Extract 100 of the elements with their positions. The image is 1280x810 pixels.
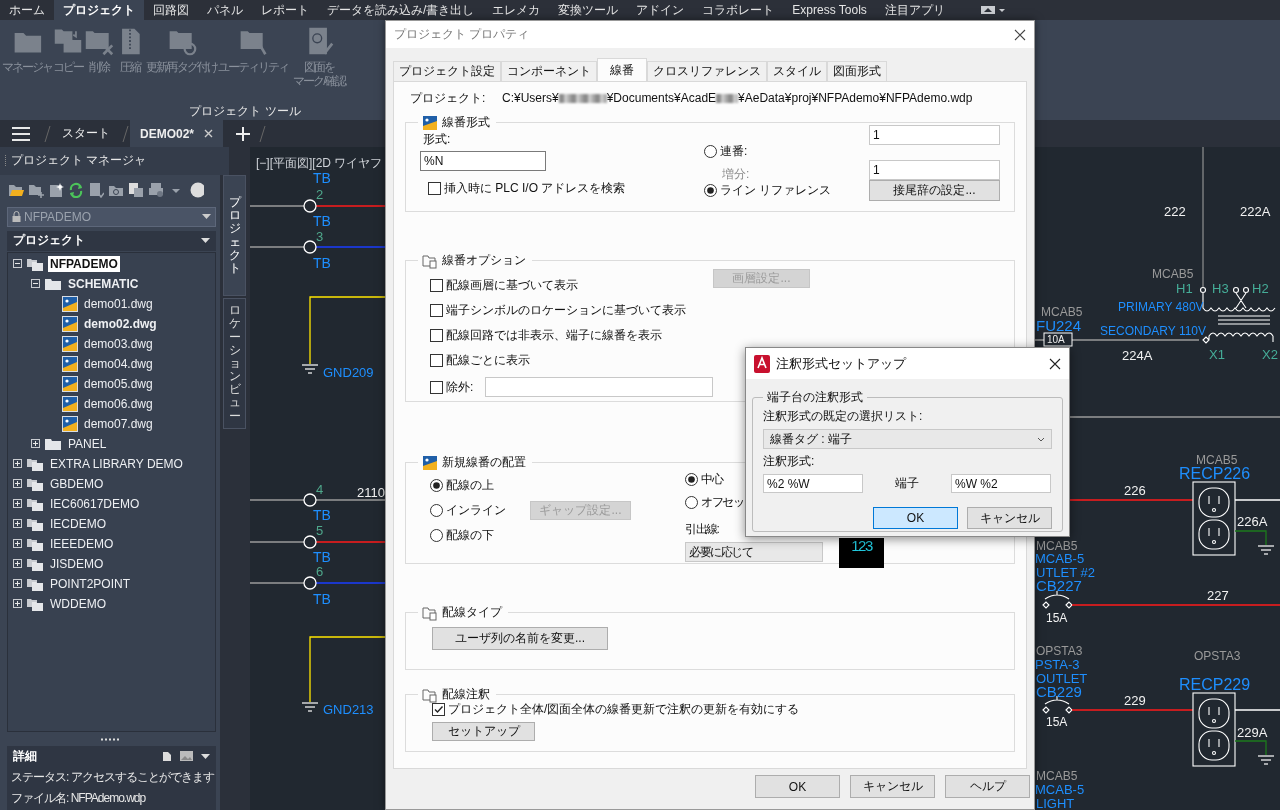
dialog-tab[interactable]: クロスリファレンス: [647, 61, 767, 81]
expand-icon[interactable]: [13, 559, 22, 569]
document-tab[interactable]: スタート: [52, 120, 120, 147]
panel-toggle-icon[interactable]: [979, 5, 1006, 15]
pin-label: H1: [1176, 281, 1193, 296]
format-list-dropdown[interactable]: 線番タグ : 端子: [763, 429, 1052, 449]
expand-icon[interactable]: [13, 519, 22, 529]
tree-item[interactable]: demo07.dwg: [82, 415, 155, 432]
radio-button[interactable]: [430, 529, 443, 542]
exclude-field[interactable]: [485, 377, 713, 397]
format-field[interactable]: %N: [420, 151, 546, 171]
ribbon-tab[interactable]: プロジェクト: [54, 0, 144, 20]
tree-item[interactable]: NFPADEMO: [48, 255, 120, 272]
add-icon[interactable]: [235, 125, 252, 142]
tree-item[interactable]: demo01.dwg: [82, 295, 155, 312]
checkbox[interactable]: [432, 703, 445, 716]
side-tab[interactable]: ロケーションビュー: [223, 298, 246, 429]
radio-button[interactable]: [430, 504, 443, 517]
radio-button[interactable]: [685, 496, 698, 509]
new-drawing-icon[interactable]: [48, 181, 64, 198]
setup-button[interactable]: セットアップ: [432, 722, 535, 741]
document-tab[interactable]: DEMO02*: [130, 120, 224, 147]
dialog-button[interactable]: キャンセル: [967, 507, 1052, 529]
close-icon[interactable]: [1014, 28, 1026, 41]
suffix-settings-button[interactable]: 接尾辞の設定...: [869, 180, 1000, 201]
tree-item[interactable]: IEC60617DEMO: [48, 495, 142, 512]
radio-button[interactable]: [704, 144, 717, 158]
expand-icon[interactable]: [13, 599, 22, 609]
expand-icon[interactable]: [13, 479, 22, 489]
expand-icon[interactable]: [31, 439, 40, 449]
document-icon[interactable]: [162, 750, 172, 762]
collapse-icon[interactable]: [31, 279, 40, 289]
ribbon-tab[interactable]: 回路図: [144, 0, 198, 20]
refresh-icon[interactable]: [68, 181, 84, 198]
radio-button[interactable]: [685, 473, 698, 486]
document-list-icon[interactable]: [88, 181, 104, 198]
wire-line: [1234, 709, 1280, 711]
checkbox[interactable]: [430, 304, 443, 317]
ribbon-tab[interactable]: Express Tools: [783, 0, 876, 20]
dialog-tab[interactable]: コンポーネント: [501, 61, 597, 81]
ribbon-tab[interactable]: データを読み込み/書き出し: [318, 0, 484, 20]
ribbon-tab[interactable]: 注目アプリ: [875, 0, 954, 20]
expand-icon[interactable]: [13, 539, 22, 549]
checkbox[interactable]: [430, 380, 443, 394]
tree-item[interactable]: demo06.dwg: [82, 395, 155, 412]
checkbox[interactable]: [430, 279, 443, 292]
tree-item[interactable]: EXTRA LIBRARY DEMO: [48, 455, 185, 472]
splitter-grip[interactable]: [100, 737, 120, 741]
expand-icon[interactable]: [13, 579, 22, 589]
tree-item[interactable]: PANEL: [66, 435, 109, 452]
ribbon-tab[interactable]: パネル: [198, 0, 252, 20]
dialog-button[interactable]: キャンセル: [850, 775, 935, 798]
radio-button[interactable]: [704, 184, 717, 197]
tree-item[interactable]: JISDEMO: [48, 555, 106, 572]
ribbon-tab[interactable]: 変換ツール: [549, 0, 628, 20]
breaker-icon: [1042, 695, 1073, 714]
tree-item[interactable]: demo02.dwg: [82, 315, 159, 332]
ribbon-tab[interactable]: エレメカ: [483, 0, 550, 20]
dialog-button[interactable]: OK: [755, 775, 840, 798]
rename-columns-button[interactable]: ユーザ列の名前を変更...: [432, 627, 608, 650]
dialog-tab[interactable]: プロジェクト設定: [393, 61, 501, 81]
radio-button[interactable]: [430, 479, 443, 492]
caret-icon[interactable]: [201, 753, 210, 759]
tree-item[interactable]: demo04.dwg: [82, 355, 155, 372]
tree-item[interactable]: GBDEMO: [48, 475, 106, 492]
dialog-button[interactable]: ヘルプ: [945, 775, 1030, 798]
leader-dropdown[interactable]: 必要に応じて: [685, 542, 823, 562]
dialog-button[interactable]: OK: [873, 507, 958, 529]
checkbox[interactable]: [428, 182, 441, 195]
close-icon[interactable]: [1049, 357, 1061, 370]
tree-item[interactable]: WDDEMO: [48, 595, 108, 612]
document-exchange-icon[interactable]: [128, 181, 144, 198]
tree-item[interactable]: IEEEDEMO: [48, 535, 116, 552]
collapse-icon[interactable]: [13, 259, 22, 269]
menu-icon[interactable]: [10, 125, 32, 142]
tree-item[interactable]: demo05.dwg: [82, 375, 155, 392]
format-field[interactable]: %2 %W: [763, 474, 863, 493]
expand-icon[interactable]: [13, 499, 22, 509]
radio-label: オフセッ: [701, 494, 743, 511]
tree-item[interactable]: SCHEMATIC: [66, 275, 141, 292]
sequence-field[interactable]: 1: [869, 125, 1000, 145]
image-icon[interactable]: [180, 751, 193, 762]
checkbox[interactable]: [430, 354, 443, 367]
dialog-tab[interactable]: 線番: [597, 58, 647, 81]
checkbox[interactable]: [430, 329, 443, 342]
ribbon-tab[interactable]: ホーム: [0, 0, 54, 20]
printer-icon[interactable]: [148, 181, 164, 198]
side-tab[interactable]: プロジェクト: [223, 175, 246, 297]
ribbon-tab[interactable]: レポート: [252, 0, 318, 20]
expand-icon[interactable]: [13, 459, 22, 469]
tree-item[interactable]: IECDEMO: [48, 515, 108, 532]
grip-icon[interactable]: [4, 154, 7, 167]
terminal-format-field[interactable]: %W %2: [951, 474, 1051, 493]
caret-icon[interactable]: [201, 238, 210, 244]
dialog-tab[interactable]: 図面形式: [827, 61, 887, 81]
ribbon-tab[interactable]: アドイン: [627, 0, 694, 20]
ribbon-tab[interactable]: コラボレート: [693, 0, 784, 20]
tree-item[interactable]: demo03.dwg: [82, 335, 155, 352]
tree-item[interactable]: POINT2POINT: [48, 575, 132, 592]
dialog-tab[interactable]: スタイル: [767, 61, 827, 81]
